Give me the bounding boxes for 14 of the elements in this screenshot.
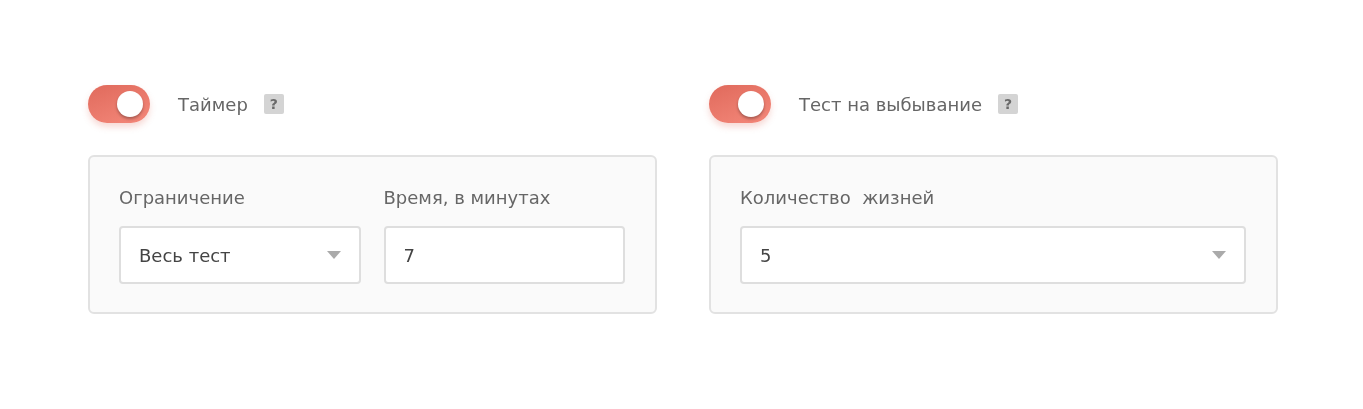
dropdown[interactable]: Весь тест [119, 226, 361, 284]
toggle-switch[interactable] [709, 85, 771, 123]
help-icon[interactable]: ? [998, 94, 1018, 114]
field-label: Количество жизней [740, 187, 936, 208]
help-icon[interactable]: ? [263, 94, 284, 114]
toggle-switch[interactable] [88, 85, 150, 123]
toggle-label: Таймер [178, 93, 248, 115]
caret-icon [326, 251, 341, 259]
dropdown[interactable]: 5 [740, 226, 1246, 284]
caret-icon [1212, 251, 1226, 259]
field-label: Ограничение [119, 187, 246, 208]
field-label: Время, в минутах [383, 187, 552, 208]
toggle-label: Тест на выбывание [799, 93, 982, 115]
input-field[interactable]: 7 [383, 226, 625, 284]
